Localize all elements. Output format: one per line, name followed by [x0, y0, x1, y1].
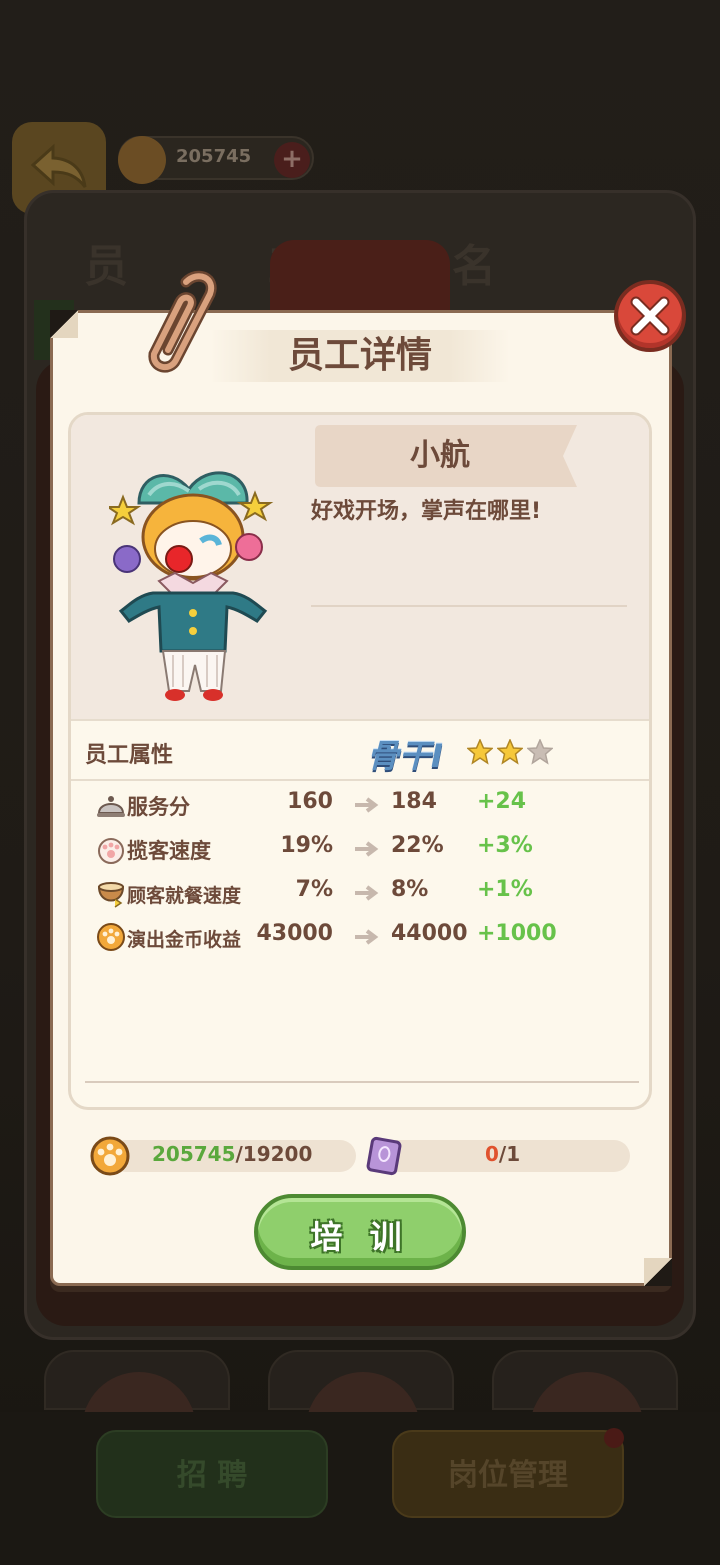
employee-info-panel: 小航 好戏开场，掌声在哪里! 员工属性 骨干I 服务分 160 184 +24 … — [68, 412, 652, 1110]
divider — [311, 605, 627, 607]
employee-card[interactable] — [268, 1350, 454, 1486]
star-filled-icon — [497, 739, 523, 765]
stat-current: 160 — [287, 789, 333, 814]
train-button[interactable]: 培 训 — [254, 1194, 466, 1270]
recruit-button[interactable]: 招 聘 — [96, 1430, 328, 1518]
employee-name: 小航 — [410, 438, 470, 473]
close-icon — [630, 296, 670, 336]
coin-counter: 205745 + — [118, 136, 314, 184]
employee-quote: 好戏开场，掌声在哪里! — [311, 499, 542, 524]
stat-label: 演出金币收益 — [127, 929, 242, 951]
paw-coin-icon — [118, 136, 166, 184]
arrow-right-icon — [355, 841, 379, 857]
coin-cost-text: 205745/19200 — [152, 1142, 312, 1166]
stat-next: 8% — [391, 877, 429, 902]
arrow-right-icon — [355, 885, 379, 901]
stat-current: 43000 — [256, 921, 333, 946]
stat-label: 服务分 — [127, 795, 190, 819]
stat-next: 184 — [391, 789, 437, 814]
attributes-label: 员工属性 — [85, 743, 174, 768]
post-management-button[interactable]: 岗位管理 — [392, 1430, 624, 1518]
coins-required: /19200 — [235, 1142, 313, 1166]
stat-gain: +24 — [477, 789, 527, 814]
tab-employees[interactable] — [270, 240, 450, 320]
stat-gain: +1% — [477, 877, 533, 902]
dialog-title: 员工详情 — [287, 335, 432, 376]
back-arrow-icon — [30, 143, 87, 188]
coin-value: 205745 — [176, 146, 252, 167]
stat-next: 22% — [391, 833, 444, 858]
stat-row-attract-speed: 揽客速度 19% 22% +3% — [71, 829, 649, 869]
dining-bowl-icon — [97, 882, 125, 908]
clown-bear-character-avatar — [109, 471, 274, 701]
rank-badge: 骨干I — [367, 737, 443, 775]
books-owned: 0 — [485, 1142, 499, 1166]
stat-row-service: 服务分 160 184 +24 — [71, 785, 649, 825]
train-button-label: 培 训 — [310, 1218, 410, 1256]
add-coins-button[interactable]: + — [274, 142, 310, 178]
stat-current: 19% — [280, 833, 333, 858]
paperclip-icon — [148, 270, 217, 373]
star-empty-icon — [527, 739, 553, 765]
stat-label: 揽客速度 — [127, 839, 211, 863]
employee-card[interactable] — [492, 1350, 678, 1486]
close-button[interactable] — [614, 280, 686, 352]
books-required: /1 — [498, 1142, 521, 1166]
attributes-header: 员工属性 骨干I — [71, 719, 649, 781]
service-bell-icon — [97, 796, 125, 817]
name-ribbon: 小航 — [315, 425, 577, 487]
arrow-right-icon — [355, 797, 379, 813]
stat-row-show-income: 演出金币收益 43000 44000 +1000 — [71, 917, 649, 957]
paw-glove-icon — [98, 838, 124, 864]
notification-dot — [604, 1428, 624, 1448]
stat-next: 44000 — [391, 921, 468, 946]
training-book-icon — [366, 1136, 402, 1176]
stat-gain: +1000 — [477, 921, 557, 946]
divider — [85, 1081, 639, 1083]
star-filled-icon — [467, 739, 493, 765]
paper-corner-fold — [644, 1258, 672, 1286]
stat-current: 7% — [295, 877, 333, 902]
arrow-right-icon — [355, 929, 379, 945]
paw-coin-icon — [97, 923, 125, 951]
stat-label: 顾客就餐速度 — [127, 885, 242, 907]
book-cost-text: 0/1 — [485, 1142, 520, 1166]
employee-card[interactable] — [44, 1350, 230, 1486]
coins-owned: 205745 — [152, 1142, 236, 1166]
stat-row-dining-speed: 顾客就餐速度 7% 8% +1% — [71, 873, 649, 913]
star-rating — [467, 739, 553, 765]
stat-gain: +3% — [477, 833, 533, 858]
paw-coin-icon — [90, 1136, 130, 1176]
